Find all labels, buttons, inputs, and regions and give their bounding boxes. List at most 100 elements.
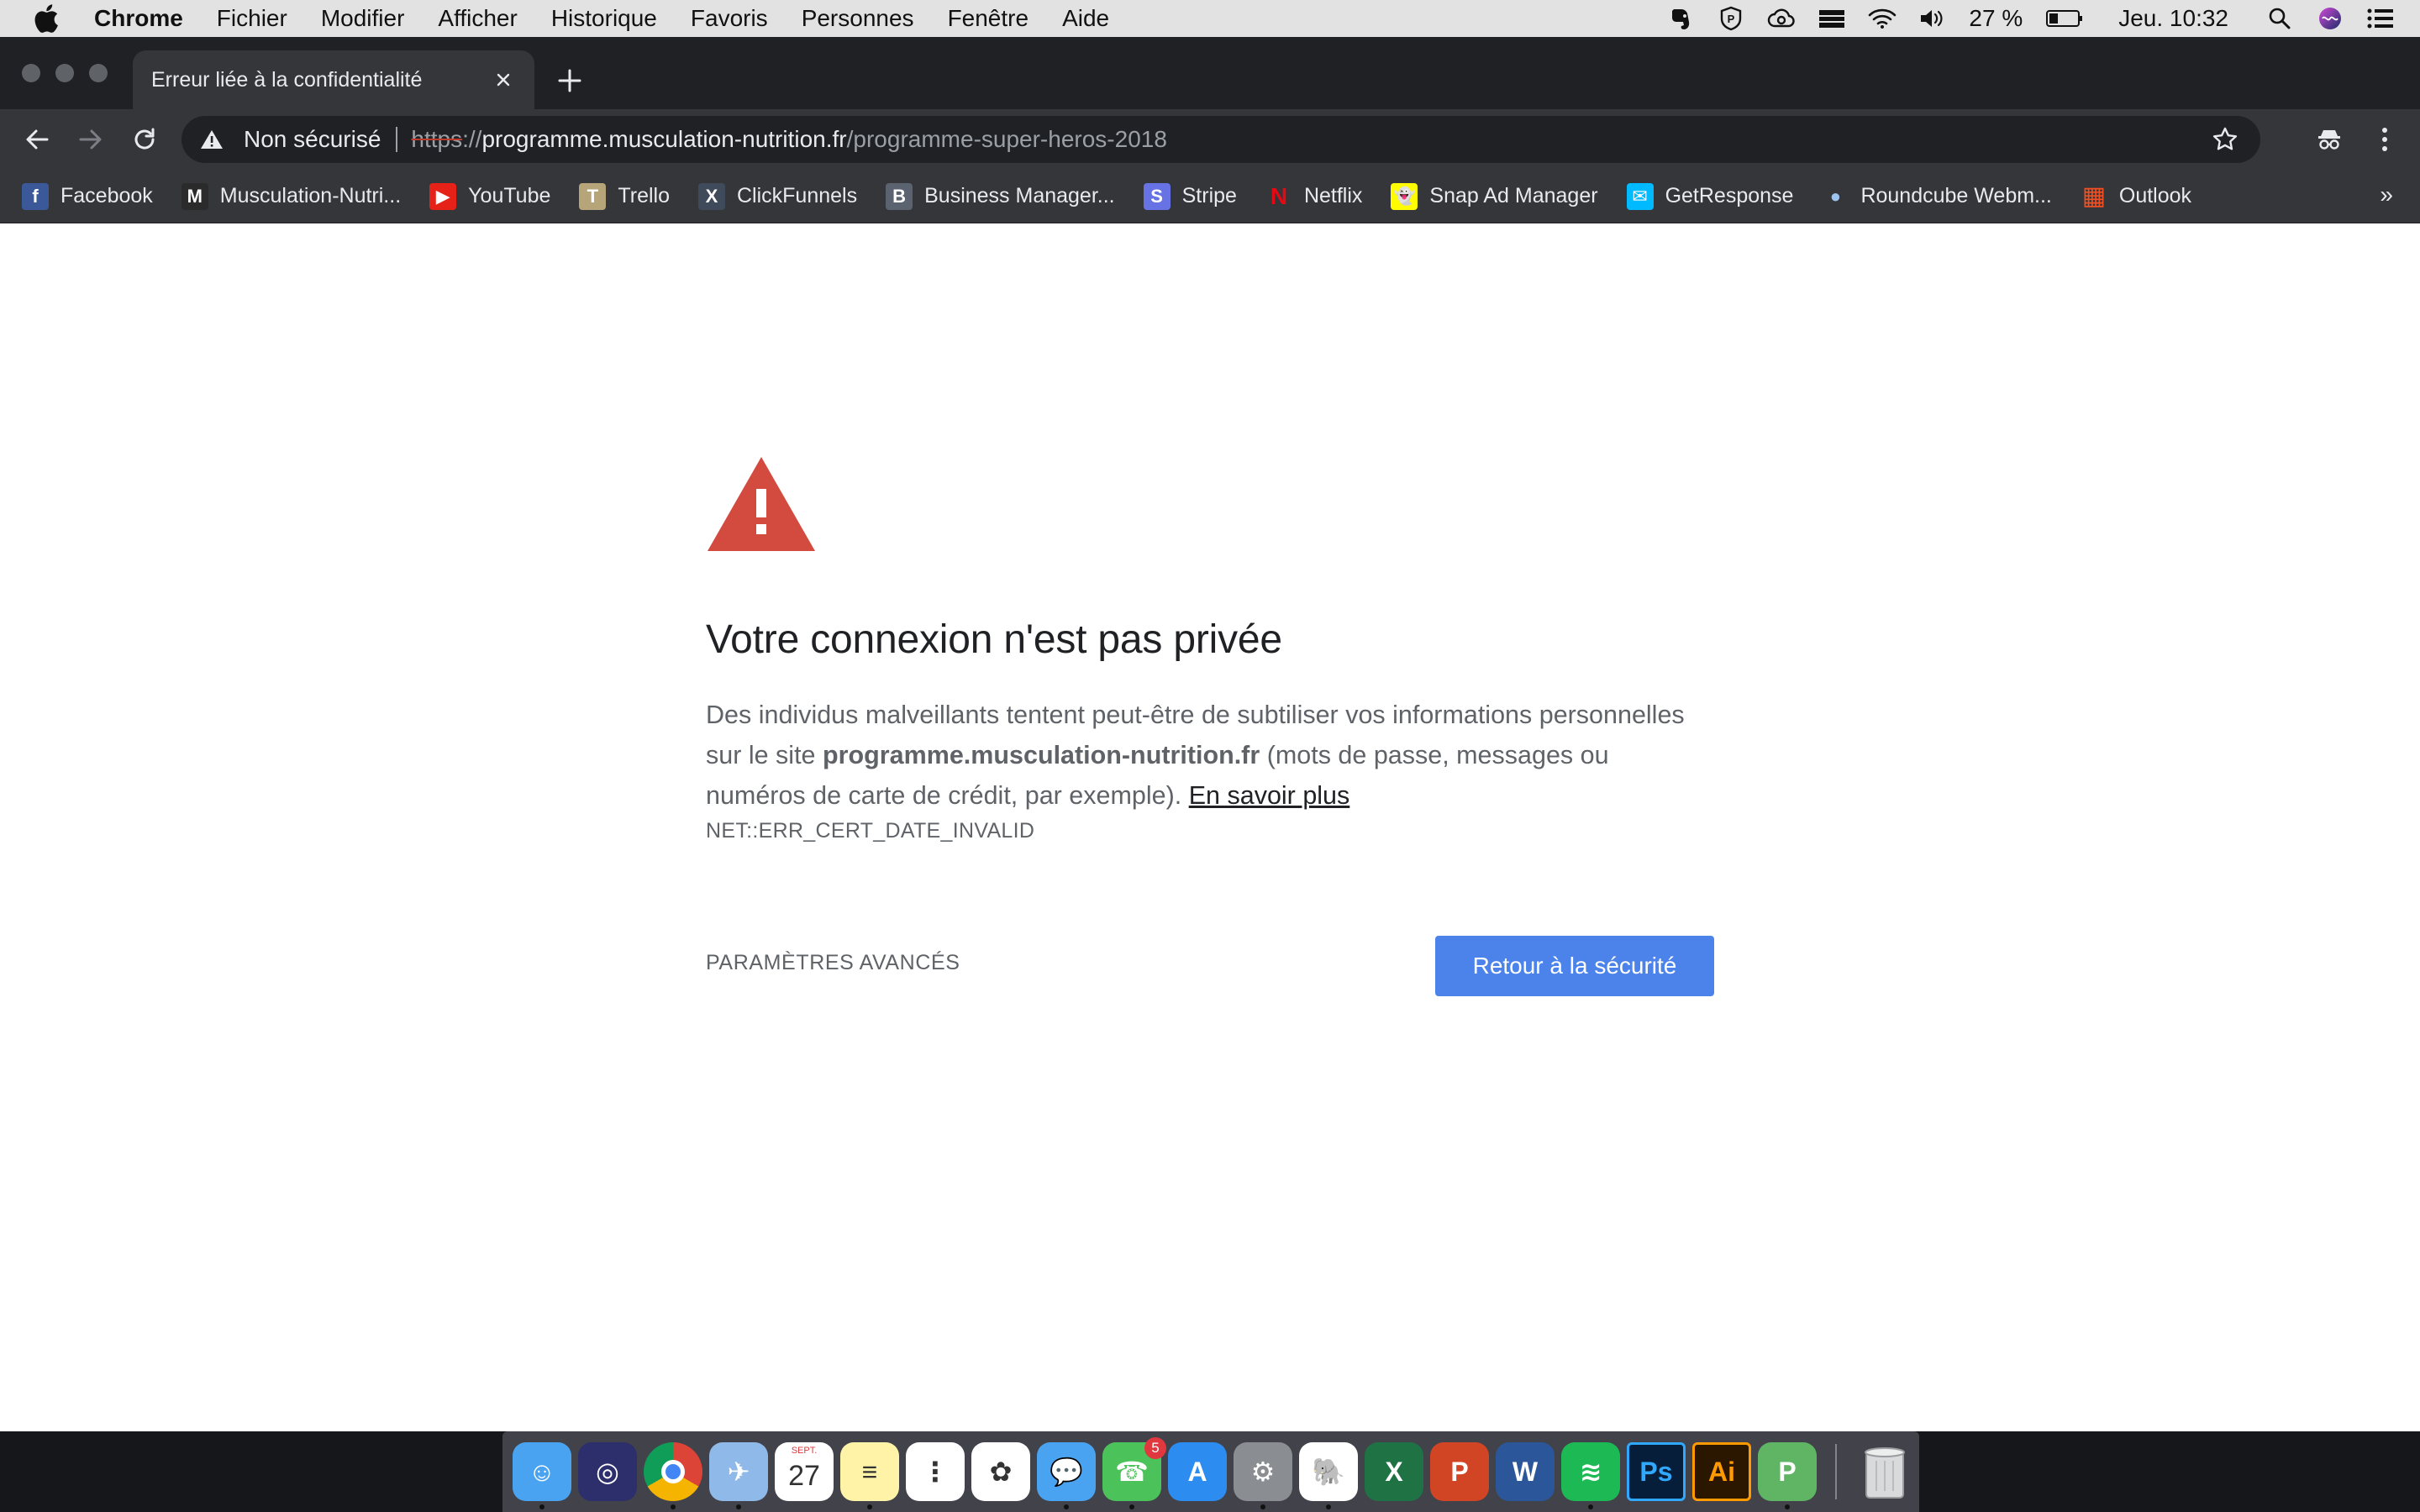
reminders-icon[interactable]: ⋮ [906, 1442, 965, 1501]
trello-icon: T [579, 182, 607, 210]
error-code[interactable]: NET::ERR_CERT_DATE_INVALID [706, 819, 1714, 843]
bookmark-stripe[interactable]: S Stripe [1143, 182, 1237, 210]
menu-historique[interactable]: Historique [551, 5, 657, 32]
illustrator-icon[interactable]: Ai [1692, 1442, 1751, 1501]
menu-aide[interactable]: Aide [1062, 5, 1109, 32]
vpn-shield-icon[interactable]: P [1758, 1442, 1817, 1509]
evernote-status-icon[interactable] [1666, 6, 1695, 31]
battery-percent[interactable]: 27 % [1969, 5, 2023, 32]
menubar-clock[interactable]: Jeu. 10:32 [2118, 5, 2228, 32]
dock-separator [1835, 1444, 1837, 1499]
incognito-profile-icon[interactable] [2314, 124, 2344, 155]
bookmark-business-manager[interactable]: B Business Manager... [886, 182, 1115, 210]
menu-personnes[interactable]: Personnes [802, 5, 914, 32]
bookmark-facebook[interactable]: f Facebook [22, 182, 153, 210]
url-path: /programme-super-heros-2018 [846, 126, 1167, 152]
bookmark-musculation[interactable]: M Musculation-Nutri... [181, 182, 402, 210]
photos-icon[interactable]: ✿ [971, 1442, 1030, 1501]
bookmark-youtube[interactable]: ▶ YouTube [429, 182, 550, 210]
bookmark-star-icon[interactable] [2212, 126, 2238, 153]
spotlight-search-icon[interactable] [2265, 6, 2294, 31]
evernote-icon[interactable]: 🐘 [1299, 1442, 1358, 1509]
menu-extras-icon[interactable] [1818, 6, 1846, 31]
spotify-icon[interactable]: ≋ [1561, 1442, 1620, 1509]
bookmark-outlook[interactable]: ▦ Outlook [2080, 182, 2191, 210]
tab-active[interactable]: Erreur liée à la confidentialité [133, 50, 534, 109]
warning-triangle-icon [706, 455, 817, 553]
bookmark-label: GetResponse [1665, 184, 1794, 207]
bookmark-label: Musculation-Nutri... [219, 184, 402, 207]
facetime-icon[interactable]: ☎ 5 [1102, 1437, 1166, 1509]
siri-icon[interactable]: ◎ [578, 1442, 637, 1501]
youtube-icon: ▶ [429, 182, 457, 210]
back-to-safety-button[interactable]: Retour à la sécurité [1435, 936, 1714, 996]
advanced-settings-button[interactable]: PARAMÈTRES AVANCÉS [706, 951, 960, 975]
minimize-window-button[interactable] [55, 64, 74, 82]
zoom-window-button[interactable] [89, 64, 108, 82]
app-store-glyph: A [1187, 1456, 1207, 1487]
messages-icon[interactable]: 💬 [1037, 1442, 1096, 1509]
roundcube-icon: ● [1822, 182, 1849, 210]
bookmark-label: Stripe [1181, 184, 1237, 207]
bookmark-label: Facebook [60, 184, 153, 207]
apple-menu-icon[interactable] [34, 4, 59, 33]
notes-icon[interactable]: ≡ [840, 1442, 899, 1509]
bookmark-getresponse[interactable]: ✉ GetResponse [1626, 182, 1794, 210]
system-preferences-icon[interactable]: ⚙ [1234, 1442, 1292, 1509]
finder-icon[interactable]: ☺ [513, 1442, 571, 1509]
notification-center-icon[interactable] [2366, 6, 2395, 31]
mail-icon[interactable]: ✈ [709, 1442, 768, 1509]
bookmark-snapchat[interactable]: 👻 Snap Ad Manager [1391, 182, 1598, 210]
not-secure-warning-icon[interactable] [200, 127, 227, 152]
volume-icon[interactable] [1918, 6, 1947, 31]
menu-app-chrome[interactable]: Chrome [94, 5, 183, 32]
menu-afficher[interactable]: Afficher [438, 5, 517, 32]
bookmark-roundcube[interactable]: ● Roundcube Webm... [1822, 182, 2052, 210]
reload-button[interactable] [128, 123, 161, 156]
menu-modifier[interactable]: Modifier [321, 5, 405, 32]
new-tab-button[interactable] [555, 66, 585, 96]
messages-glyph: 💬 [1050, 1457, 1083, 1487]
close-window-button[interactable] [22, 64, 40, 82]
dock: ☺ ◎ ✈ SEPT. 27 ≡ ⋮ ✿ 💬 ☎ 5 A ⚙ 🐘 X P W ≋ Ps Ai P [513, 1436, 1914, 1509]
back-arrow-icon [26, 129, 49, 150]
creative-cloud-icon[interactable] [1767, 6, 1796, 31]
notes-glyph: ≡ [861, 1456, 878, 1487]
mail-glyph: ✈ [727, 1457, 750, 1487]
siri-menubar-icon[interactable] [2316, 6, 2344, 31]
bookmark-trello[interactable]: T Trello [579, 182, 670, 210]
chrome-menu-icon[interactable] [2370, 124, 2400, 155]
menu-fichier[interactable]: Fichier [217, 5, 287, 32]
privacy-error-interstitial: Votre connexion n'est pas privée Des ind… [706, 455, 1714, 996]
bookmarks-overflow-button[interactable]: » [2380, 181, 2393, 208]
running-indicator [539, 1504, 544, 1509]
tab-close-icon[interactable] [491, 67, 516, 92]
app-store-icon[interactable]: A [1168, 1442, 1227, 1501]
calendar-month-label: SEPT. [791, 1446, 818, 1456]
system-preferences-glyph: ⚙ [1250, 1457, 1276, 1487]
excel-icon[interactable]: X [1365, 1442, 1423, 1501]
vpn-status-icon[interactable]: P [1717, 6, 1745, 31]
menu-favoris[interactable]: Favoris [691, 5, 768, 32]
powerpoint-icon[interactable]: P [1430, 1442, 1489, 1501]
calendar-icon[interactable]: SEPT. 27 [775, 1442, 834, 1501]
word-icon[interactable]: W [1496, 1442, 1555, 1501]
back-button[interactable] [20, 123, 54, 156]
reminders-glyph: ⋮ [922, 1457, 949, 1487]
security-status-label[interactable]: Non sécurisé [244, 126, 381, 153]
menu-fenetre[interactable]: Fenêtre [948, 5, 1029, 32]
bookmark-netflix[interactable]: N Netflix [1265, 182, 1362, 210]
chrome-icon[interactable] [644, 1442, 702, 1509]
error-actions: PARAMÈTRES AVANCÉS Retour à la sécurité [706, 936, 1714, 996]
learn-more-link[interactable]: En savoir plus [1189, 781, 1350, 810]
running-indicator [1326, 1504, 1331, 1509]
calendar-glyph: 27 [788, 1459, 820, 1492]
address-bar[interactable]: Non sécurisé https://programme.musculati… [182, 116, 2260, 163]
trash-icon[interactable] [1855, 1442, 1914, 1501]
battery-icon[interactable] [2044, 6, 2085, 31]
word-glyph: W [1512, 1456, 1539, 1487]
forward-button[interactable] [74, 123, 108, 156]
bookmark-clickfunnels[interactable]: X ClickFunnels [698, 182, 857, 210]
wifi-icon[interactable] [1868, 6, 1897, 31]
photoshop-icon[interactable]: Ps [1627, 1442, 1686, 1501]
